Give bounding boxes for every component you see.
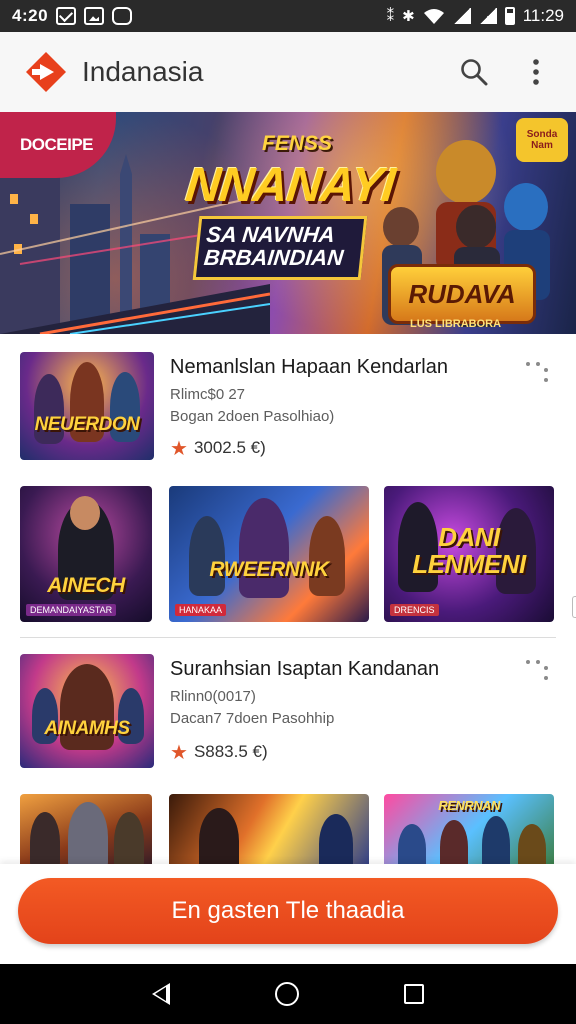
recents-icon[interactable] (403, 984, 424, 1004)
item-title: Nemanlslan Hapaan Kendarlan (170, 356, 448, 378)
tile-tag: DRENCIS (390, 604, 439, 616)
signal-icon (452, 8, 471, 24)
carousel-tile[interactable]: AINECH DEMANDAIYASTAR (20, 486, 152, 622)
game-carousel: RENRNAN (20, 794, 556, 864)
wifi-icon (423, 9, 444, 24)
more-vert-icon (533, 59, 539, 85)
featured-banner[interactable]: DOCEIPE Sonda Nam FENSS NNANAYI SA NAVNH… (0, 112, 576, 334)
banner-subtitle: SA NAVNHA BRBAINDIAN (192, 216, 368, 280)
list-item[interactable]: AINAMHS Suranhsian Isaptan Kandanan Rlin… (20, 654, 556, 768)
game-carousel: AINECH DEMANDAIYASTAR RWEERNNK HANAKAA D… (20, 486, 556, 624)
banner-badge-right: Sonda Nam (516, 118, 568, 162)
app-title: Indanasia (82, 56, 204, 87)
status-time-right: 11:29 (522, 6, 564, 25)
tile-title: DANI LENMENI (412, 522, 526, 580)
item-meta-publisher: Bogan 2doen Pasolhiao) (170, 408, 335, 425)
star-icon: ★ (170, 740, 188, 764)
game-thumbnail[interactable]: NEUERDON (20, 352, 154, 460)
thumbnail-title: AINAMHS (44, 718, 130, 739)
divider (20, 637, 556, 638)
item-title: Suranhsian Isaptan Kandanan (170, 658, 440, 680)
status-time-left: 4:20 (12, 6, 49, 25)
banner-emblem-sub: LUS LIBRABORA (410, 318, 502, 330)
vibrate-icon: ⁑ (386, 7, 395, 25)
item-rating: ★ S883.5 €) (170, 740, 268, 764)
app-bar: Indanasia (0, 32, 576, 112)
tile-tag: DEMANDAIYASTAR (26, 604, 117, 616)
primary-cta-button[interactable]: En gasten Tle thaadia (18, 878, 558, 944)
tile-title: RENRNAN (438, 798, 500, 813)
rating-value: S883.5 €) (193, 742, 268, 761)
game-thumbnail[interactable]: AINAMHS (20, 654, 154, 768)
rating-value: 3002.5 €) (193, 438, 266, 457)
carousel-tile[interactable]: RWEERNNK HANAKAA (169, 486, 369, 622)
bottom-action-area: En gasten Tle thaadia (0, 864, 576, 964)
item-more-button[interactable] (526, 360, 552, 386)
thumbnail-title: NEUERDON (34, 414, 140, 435)
bluetooth-icon: ✱ (402, 7, 415, 25)
home-icon[interactable] (274, 982, 299, 1006)
item-rating: ★ 3002.5 €) (170, 436, 266, 460)
item-meta-publisher: Dacan7 7doen Pasohhip (170, 710, 335, 727)
back-icon[interactable] (152, 983, 171, 1005)
tile-title: AINECH (47, 574, 125, 597)
app-logo[interactable] (24, 50, 68, 94)
item-meta-price: Rlinn0(0017) (170, 688, 256, 705)
carousel-tile[interactable]: DANI LENMENI DRENCIS (384, 486, 554, 622)
carousel-tile[interactable]: RENRNAN (384, 794, 554, 864)
image-icon (84, 7, 105, 25)
signal-icon-2 (478, 8, 497, 24)
tile-tag: HANAKAA (175, 604, 227, 616)
carousel-tile[interactable] (169, 794, 369, 864)
gamepad-icon (112, 7, 133, 25)
search-icon (461, 59, 488, 86)
star-icon: ★ (170, 436, 188, 460)
item-more-button[interactable] (526, 658, 552, 684)
banner-title: NNANAYI (183, 159, 397, 212)
item-meta-price: Rlimc$0 27 (170, 386, 246, 403)
content-list: NEUERDON Nemanlslan Hapaan Kendarlan Rli… (0, 334, 576, 864)
list-item[interactable]: NEUERDON Nemanlslan Hapaan Kendarlan Rli… (20, 352, 556, 464)
system-nav-bar (0, 964, 576, 1024)
tile-title: RWEERNNK (209, 558, 329, 581)
status-bar: 4:20 ⁑ ✱ 11:29 (0, 0, 576, 32)
overflow-menu-button[interactable] (520, 56, 552, 88)
carousel-tile[interactable] (20, 794, 152, 864)
battery-icon (504, 7, 515, 25)
mail-icon (56, 7, 77, 25)
logo-icon (26, 52, 66, 92)
search-button[interactable] (458, 56, 490, 88)
carousel-scroll-indicator[interactable] (572, 596, 576, 618)
banner-kicker: FENSS (262, 132, 333, 155)
banner-emblem: RUDAVA (388, 264, 536, 324)
app-screen: 4:20 ⁑ ✱ 11:29 Indanasia DOCEIPE Sonda N… (0, 0, 576, 1024)
